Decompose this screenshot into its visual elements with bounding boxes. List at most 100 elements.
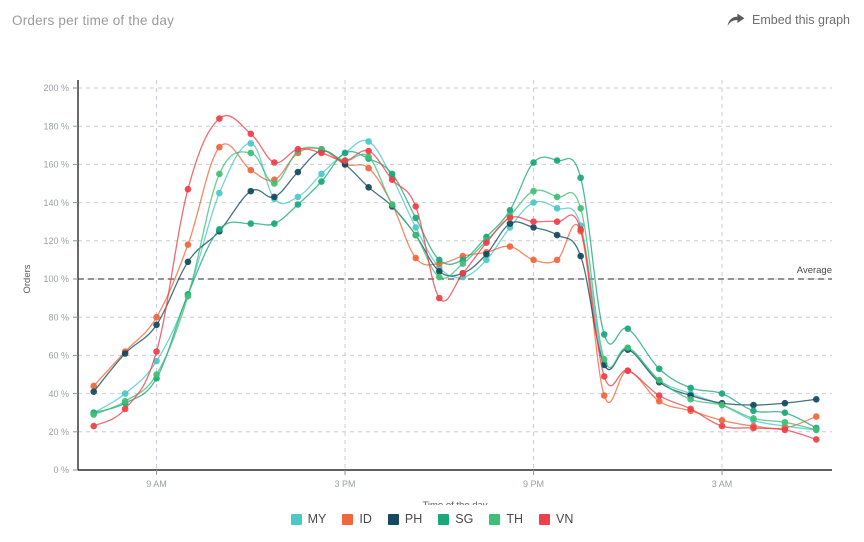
- data-point[interactable]: [718, 417, 726, 424]
- data-point[interactable]: [365, 153, 372, 161]
- data-point[interactable]: [553, 231, 561, 239]
- legend-item-sg[interactable]: SG: [438, 512, 473, 526]
- data-point[interactable]: [781, 418, 789, 426]
- data-point[interactable]: [216, 189, 223, 197]
- data-point[interactable]: [655, 376, 663, 384]
- data-point[interactable]: [247, 220, 255, 227]
- data-point[interactable]: [655, 392, 663, 399]
- data-point[interactable]: [506, 220, 514, 227]
- data-point[interactable]: [271, 220, 278, 227]
- data-point[interactable]: [294, 145, 302, 153]
- data-point[interactable]: [577, 252, 584, 260]
- data-point[interactable]: [553, 256, 561, 264]
- data-point[interactable]: [624, 367, 632, 374]
- data-point[interactable]: [271, 180, 278, 187]
- data-point[interactable]: [412, 203, 420, 210]
- data-point[interactable]: [341, 157, 349, 164]
- data-point[interactable]: [812, 413, 820, 420]
- data-point[interactable]: [577, 205, 584, 212]
- data-point[interactable]: [184, 258, 192, 266]
- data-point[interactable]: [90, 422, 98, 430]
- data-point[interactable]: [655, 397, 663, 405]
- data-point[interactable]: [624, 325, 632, 332]
- data-point[interactable]: [781, 399, 789, 407]
- data-point[interactable]: [750, 407, 757, 415]
- data-point[interactable]: [687, 396, 694, 403]
- data-point[interactable]: [121, 390, 129, 397]
- data-point[interactable]: [530, 199, 537, 206]
- data-point[interactable]: [483, 239, 490, 247]
- data-point[interactable]: [577, 174, 584, 182]
- data-point[interactable]: [435, 273, 443, 281]
- data-point[interactable]: [483, 250, 490, 258]
- data-point[interactable]: [216, 115, 223, 122]
- data-point[interactable]: [318, 149, 325, 157]
- data-point[interactable]: [553, 157, 561, 164]
- data-point[interactable]: [530, 159, 537, 166]
- legend-item-my[interactable]: MY: [290, 512, 326, 526]
- series-th[interactable]: [90, 145, 820, 434]
- data-point[interactable]: [553, 193, 561, 201]
- data-point[interactable]: [459, 260, 467, 268]
- data-point[interactable]: [216, 143, 223, 151]
- data-point[interactable]: [184, 292, 192, 300]
- data-point[interactable]: [812, 396, 820, 403]
- data-point[interactable]: [483, 256, 490, 264]
- data-point[interactable]: [216, 226, 223, 233]
- data-point[interactable]: [435, 268, 443, 275]
- data-point[interactable]: [365, 147, 372, 155]
- data-point[interactable]: [388, 201, 396, 208]
- data-point[interactable]: [718, 401, 726, 409]
- data-point[interactable]: [90, 388, 98, 395]
- data-point[interactable]: [506, 243, 514, 250]
- data-point[interactable]: [781, 426, 789, 434]
- data-point[interactable]: [388, 176, 396, 183]
- data-point[interactable]: [153, 348, 160, 355]
- data-point[interactable]: [153, 321, 160, 329]
- data-point[interactable]: [600, 392, 608, 399]
- data-point[interactable]: [600, 355, 608, 363]
- data-point[interactable]: [812, 436, 820, 443]
- data-point[interactable]: [271, 159, 278, 166]
- data-point[interactable]: [459, 269, 467, 277]
- data-point[interactable]: [781, 409, 789, 417]
- data-point[interactable]: [365, 138, 372, 145]
- data-point[interactable]: [687, 384, 694, 392]
- data-point[interactable]: [247, 140, 255, 147]
- data-point[interactable]: [247, 187, 255, 195]
- data-point[interactable]: [530, 187, 537, 195]
- data-point[interactable]: [216, 170, 223, 178]
- legend-item-id[interactable]: ID: [342, 512, 372, 526]
- data-point[interactable]: [294, 201, 302, 208]
- embed-this-graph-button[interactable]: Embed this graph: [727, 13, 850, 27]
- data-point[interactable]: [412, 254, 420, 262]
- data-point[interactable]: [294, 168, 302, 176]
- data-point[interactable]: [750, 401, 757, 409]
- legend-item-vn[interactable]: VN: [538, 512, 573, 526]
- data-point[interactable]: [577, 226, 584, 233]
- data-point[interactable]: [365, 164, 372, 172]
- data-point[interactable]: [294, 193, 302, 201]
- data-point[interactable]: [718, 422, 726, 430]
- data-point[interactable]: [718, 390, 726, 397]
- data-point[interactable]: [624, 344, 632, 352]
- data-point[interactable]: [600, 331, 608, 338]
- data-point[interactable]: [435, 294, 443, 302]
- data-point[interactable]: [412, 231, 420, 239]
- data-point[interactable]: [553, 205, 561, 212]
- data-point[interactable]: [530, 218, 537, 225]
- data-point[interactable]: [271, 193, 278, 201]
- data-point[interactable]: [812, 426, 820, 434]
- data-point[interactable]: [153, 371, 160, 378]
- series-sg[interactable]: [90, 149, 820, 432]
- data-point[interactable]: [121, 397, 129, 405]
- data-point[interactable]: [530, 256, 537, 264]
- data-point[interactable]: [435, 256, 443, 264]
- data-point[interactable]: [687, 405, 694, 413]
- data-point[interactable]: [750, 424, 757, 432]
- data-point[interactable]: [153, 313, 160, 321]
- data-point[interactable]: [247, 130, 255, 138]
- data-point[interactable]: [365, 184, 372, 191]
- data-point[interactable]: [750, 415, 757, 422]
- data-point[interactable]: [318, 170, 325, 178]
